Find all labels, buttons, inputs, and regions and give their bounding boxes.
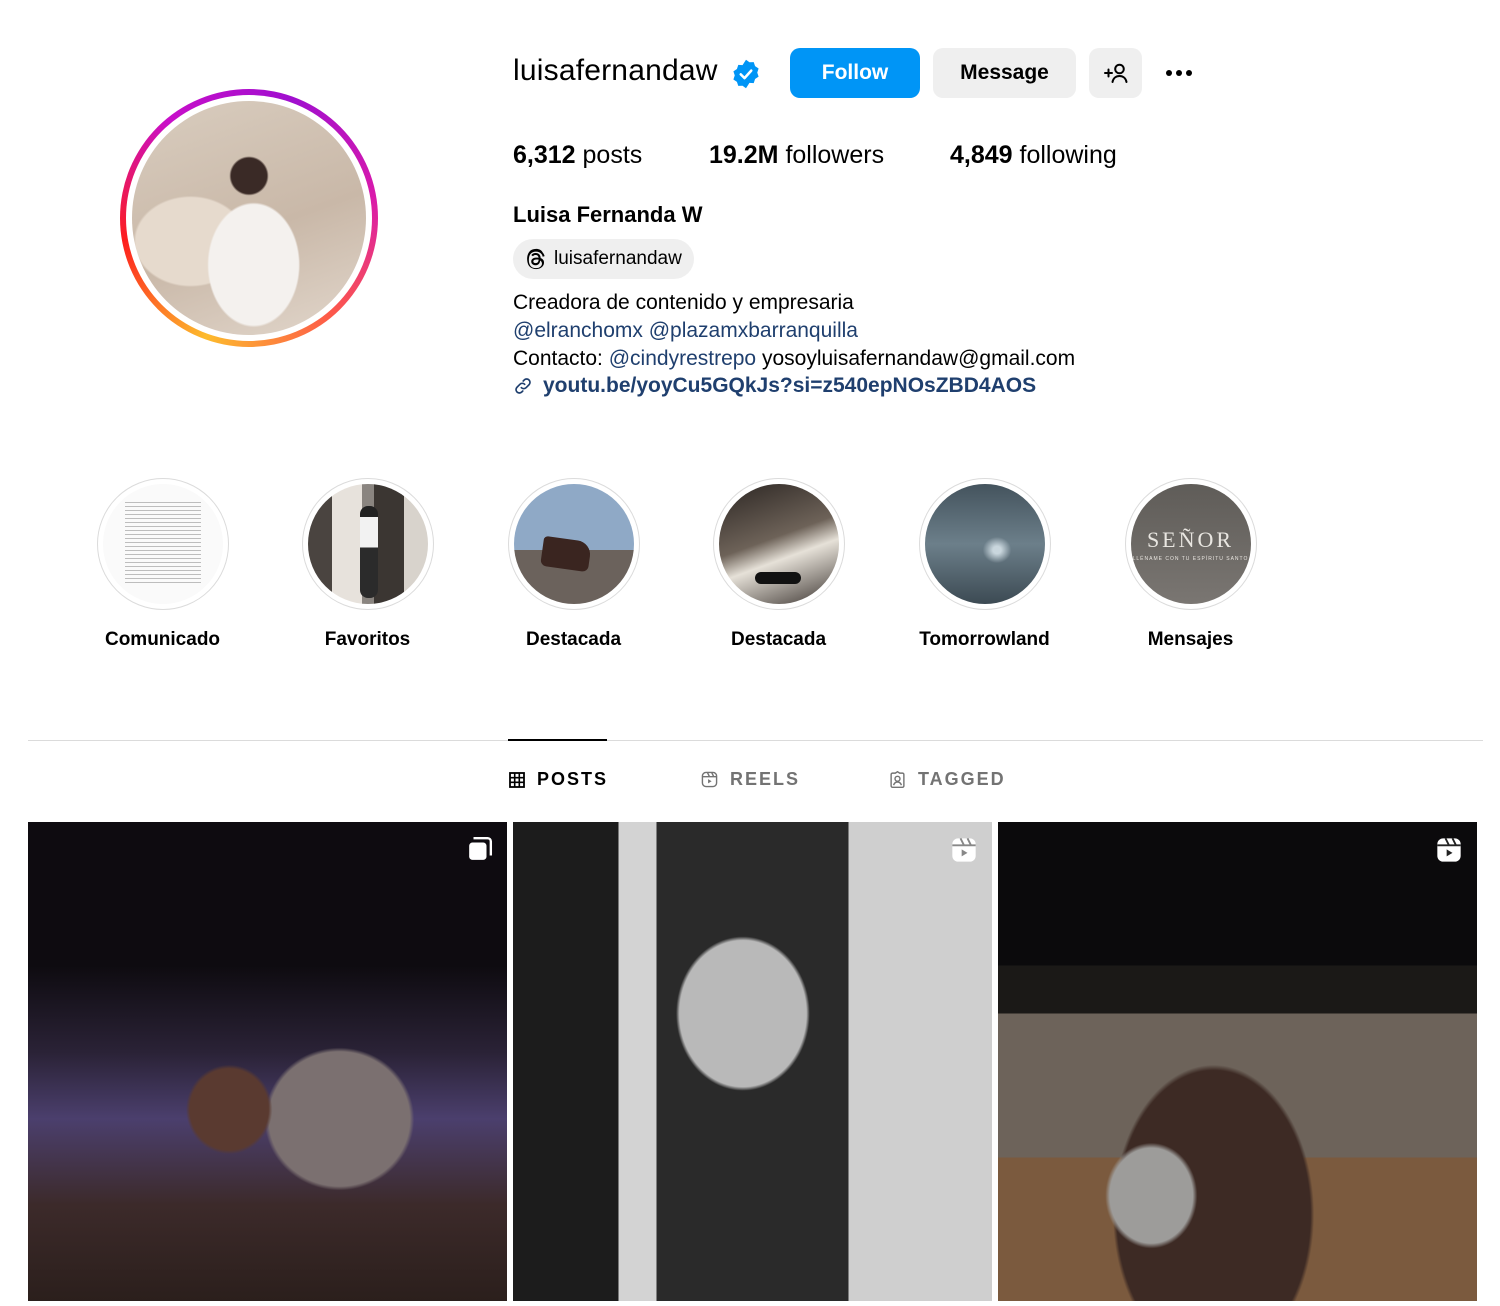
highlight-cover xyxy=(513,484,634,604)
tab-label: REELS xyxy=(730,769,801,789)
grid-icon xyxy=(509,771,525,788)
avatar[interactable] xyxy=(120,89,378,347)
tab-reels[interactable]: REELS xyxy=(701,769,800,790)
highlight-label: Comunicado xyxy=(104,629,221,650)
highlight-ring xyxy=(712,478,845,610)
highlight-label: Favoritos xyxy=(324,629,411,650)
highlight-item[interactable]: Comunicado xyxy=(60,478,265,651)
highlight-label: Destacada xyxy=(730,629,827,650)
username: luisafernandaw xyxy=(513,54,718,87)
highlight-ring xyxy=(96,478,229,610)
following-count: 4,849 xyxy=(950,141,1013,169)
highlight-item[interactable]: Favoritos xyxy=(265,478,470,651)
threads-badge[interactable]: luisafernandaw xyxy=(513,239,694,279)
message-button[interactable]: Message xyxy=(933,48,1076,98)
following-label: following xyxy=(1019,141,1117,169)
post-thumbnail[interactable] xyxy=(998,822,1477,1301)
highlight-label: Destacada xyxy=(525,629,622,650)
highlight-cover xyxy=(718,484,839,604)
tab-label: TAGGED xyxy=(918,769,1006,789)
highlight-label: Mensajes xyxy=(1147,629,1234,650)
contact-email: yosoyluisafernandaw@gmail.com xyxy=(761,347,1076,370)
followers-stat[interactable]: 19.2M followers xyxy=(709,141,884,170)
mention-link[interactable]: @cindyrestrepo xyxy=(609,347,756,370)
mention-link[interactable]: @plazamxbarranquilla xyxy=(649,319,858,342)
follow-button[interactable]: Follow xyxy=(790,48,920,98)
highlight-cover: SEÑOR LLÉNAME CON TU ESPÍRITU SANTO xyxy=(1130,484,1251,604)
bio-external-link[interactable]: youtu.be/yoyCu5GQkJs?si=z540epNOsZBD4AOS xyxy=(513,374,1036,398)
posts-count: 6,312 xyxy=(513,141,576,169)
highlight-cover-subtitle: LLÉNAME CON TU ESPÍRITU SANTO xyxy=(1132,555,1249,562)
verified-badge-icon xyxy=(733,59,759,89)
highlight-label: Tomorrowland xyxy=(919,629,1050,650)
threads-icon xyxy=(527,248,545,270)
highlight-ring: SEÑOR LLÉNAME CON TU ESPÍRITU SANTO xyxy=(1124,478,1257,610)
highlight-item[interactable]: Destacada xyxy=(471,478,676,651)
more-options-button[interactable] xyxy=(1160,57,1198,89)
reels-icon xyxy=(701,771,718,788)
highlight-ring xyxy=(507,478,640,610)
contact-prefix: Contacto: xyxy=(513,347,603,370)
threads-handle: luisafernandaw xyxy=(554,248,682,269)
reel-icon xyxy=(952,837,976,862)
posts-label: posts xyxy=(582,141,643,169)
tabs-divider xyxy=(28,740,1483,741)
more-dot-icon xyxy=(1166,70,1172,76)
highlight-item[interactable]: SEÑOR LLÉNAME CON TU ESPÍRITU SANTO Mens… xyxy=(1088,478,1293,651)
followers-count: 19.2M xyxy=(709,141,779,169)
more-dot-icon xyxy=(1186,70,1192,76)
post-thumbnail[interactable] xyxy=(28,822,507,1301)
reel-icon xyxy=(1437,837,1461,862)
highlight-item[interactable]: Tomorrowland xyxy=(882,478,1087,651)
tab-label: POSTS xyxy=(537,769,609,789)
highlight-cover xyxy=(307,484,428,604)
tab-tagged[interactable]: TAGGED xyxy=(889,769,1006,790)
add-person-icon xyxy=(1103,63,1127,83)
highlight-cover xyxy=(102,484,223,604)
tab-posts[interactable]: POSTS xyxy=(509,769,608,790)
highlight-cover xyxy=(924,484,1045,604)
followers-label: followers xyxy=(785,141,885,169)
highlight-item[interactable]: Destacada xyxy=(676,478,881,651)
post-thumbnail[interactable] xyxy=(513,822,992,1301)
bio-line: Creadora de contenido y empresaria xyxy=(513,291,854,314)
highlight-ring xyxy=(918,478,1051,610)
link-icon xyxy=(515,378,531,394)
highlight-cover-title: SEÑOR xyxy=(1146,526,1235,552)
following-stat[interactable]: 4,849 following xyxy=(950,141,1117,170)
active-tab-indicator xyxy=(508,739,607,741)
suggested-accounts-button[interactable] xyxy=(1089,48,1142,98)
highlight-ring xyxy=(301,478,434,610)
bio-mentions: @elranchomx @plazamxbarranquilla xyxy=(513,317,858,345)
avatar-photo xyxy=(132,101,366,335)
carousel-icon xyxy=(469,836,493,860)
tagged-icon xyxy=(890,771,905,788)
posts-stat: 6,312 posts xyxy=(513,141,642,170)
more-dot-icon xyxy=(1176,70,1182,76)
bio-link-text: youtu.be/yoyCu5GQkJs?si=z540epNOsZBD4AOS xyxy=(543,374,1037,397)
bio-contact: Contacto: @cindyrestrepo yosoyluisaferna… xyxy=(513,345,1075,373)
full-name: Luisa Fernanda W xyxy=(513,202,703,227)
mention-link[interactable]: @elranchomx xyxy=(513,319,643,342)
